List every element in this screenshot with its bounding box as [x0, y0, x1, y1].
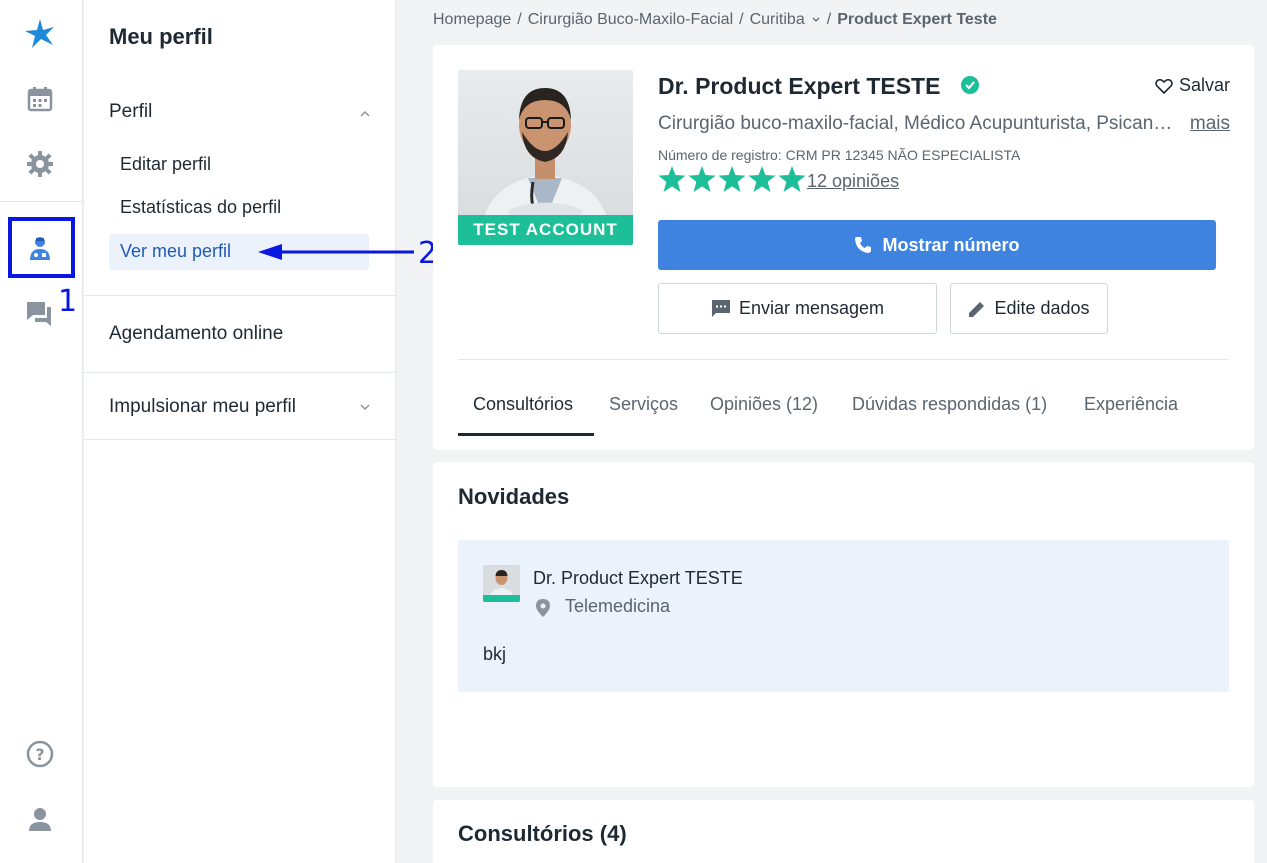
- menu-divider: [84, 372, 395, 373]
- doctor-specialties: Cirurgião buco-maxilo-facial, Médico Acu…: [658, 113, 1178, 134]
- svg-text:?: ?: [35, 745, 44, 764]
- tab-experiencia[interactable]: Experiência: [1084, 394, 1178, 415]
- icon-rail: 1 ?: [0, 0, 83, 863]
- user-icon[interactable]: [22, 801, 58, 837]
- help-icon[interactable]: ?: [22, 736, 58, 772]
- save-button-label: Salvar: [1178, 75, 1230, 95]
- menu-section-impulsionar[interactable]: Impulsionar meu perfil: [109, 396, 296, 418]
- menu-divider: [84, 439, 395, 440]
- message-icon: [711, 299, 730, 317]
- rail-divider: [0, 201, 83, 202]
- active-tab-indicator: [458, 433, 594, 436]
- annotation-marker-1: 1: [58, 284, 78, 319]
- registration-number: Número de registro: CRM PR 12345 NÃO ESP…: [658, 147, 1021, 163]
- tab-servicos[interactable]: Serviços: [609, 394, 678, 415]
- show-number-button[interactable]: Mostrar número: [658, 220, 1216, 270]
- chevron-up-icon[interactable]: [358, 107, 372, 121]
- gear-icon[interactable]: [22, 146, 58, 182]
- side-menu: Meu perfil Perfil Editar perfil Estatíst…: [84, 0, 437, 863]
- heart-icon: [1155, 78, 1173, 94]
- breadcrumb-specialty[interactable]: Cirurgião Buco-Maxilo-Facial: [528, 11, 733, 29]
- brand-logo-icon[interactable]: [22, 16, 58, 52]
- star-icon: [658, 166, 686, 192]
- rating-stars: [658, 166, 806, 192]
- verified-check-icon: [961, 76, 979, 94]
- profile-card: TEST ACCOUNT Dr. Product Expert TESTE Sa…: [433, 45, 1254, 450]
- chat-icon[interactable]: [22, 296, 58, 332]
- test-account-badge: TEST ACCOUNT: [458, 215, 633, 245]
- location-pin-icon: [536, 599, 550, 617]
- pencil-icon: [969, 301, 985, 317]
- tab-consultorios[interactable]: Consultórios: [473, 394, 573, 415]
- chevron-down-icon[interactable]: [358, 400, 372, 414]
- doctor-name: Dr. Product Expert TESTE: [658, 73, 941, 99]
- card-divider: [458, 359, 1229, 360]
- breadcrumb: Homepage / Cirurgião Buco-Maxilo-Facial …: [433, 11, 997, 29]
- tab-duvidas-respondidas[interactable]: Dúvidas respondidas (1): [852, 394, 1047, 415]
- news-text: bkj: [483, 644, 507, 664]
- menu-item-editar-perfil[interactable]: Editar perfil: [120, 154, 211, 175]
- breadcrumb-separator: /: [517, 11, 522, 28]
- send-message-label: Enviar mensagem: [738, 298, 885, 318]
- phone-icon: [855, 237, 872, 253]
- star-icon: [718, 166, 746, 192]
- save-button[interactable]: Salvar: [1155, 75, 1230, 96]
- menu-item-ver-meu-perfil-label: Ver meu perfil: [120, 241, 232, 261]
- chevron-down-icon[interactable]: [811, 15, 821, 25]
- breadcrumb-city[interactable]: Curitiba: [750, 11, 805, 29]
- offices-card: Consultórios (4): [433, 800, 1254, 863]
- test-account-mini-badge: [483, 595, 520, 602]
- menu-item-estatisticas[interactable]: Estatísticas do perfil: [120, 197, 281, 218]
- send-message-button[interactable]: Enviar mensagem: [658, 283, 937, 334]
- annotation-highlight-box: [8, 217, 75, 278]
- news-title: Novidades: [458, 484, 570, 509]
- breadcrumb-current: Product Expert Teste: [837, 11, 997, 28]
- news-item: Dr. Product Expert TESTE Telemedicina bk…: [458, 540, 1229, 692]
- menu-title: Meu perfil: [109, 24, 213, 49]
- star-icon: [748, 166, 776, 192]
- annotation-arrow: [258, 244, 414, 260]
- calendar-icon[interactable]: [22, 81, 58, 117]
- menu-section-agendamento[interactable]: Agendamento online: [109, 323, 283, 345]
- breadcrumb-homepage[interactable]: Homepage: [433, 11, 511, 29]
- breadcrumb-separator: /: [826, 11, 832, 28]
- opinions-link[interactable]: 12 opiniões: [807, 171, 899, 192]
- star-icon: [778, 166, 806, 192]
- offices-title: Consultórios (4): [458, 821, 627, 846]
- tab-opinioes[interactable]: Opiniões (12): [710, 394, 818, 415]
- show-number-label: Mostrar número: [882, 234, 1020, 255]
- news-author-avatar: [483, 565, 520, 602]
- breadcrumb-separator: /: [739, 11, 744, 28]
- profile-photo: TEST ACCOUNT: [458, 70, 633, 245]
- star-icon: [688, 166, 716, 192]
- menu-section-perfil[interactable]: Perfil: [109, 101, 152, 123]
- news-location: Telemedicina: [565, 596, 671, 616]
- news-card: Novidades Dr. Product Expert TESTE Telem…: [433, 462, 1254, 787]
- edit-data-label: Edite dados: [994, 298, 1090, 318]
- news-author-name: Dr. Product Expert TESTE: [533, 568, 743, 588]
- specialties-more-link[interactable]: mais: [1190, 113, 1230, 135]
- menu-divider: [84, 295, 395, 296]
- edit-data-button[interactable]: Edite dados: [950, 283, 1108, 334]
